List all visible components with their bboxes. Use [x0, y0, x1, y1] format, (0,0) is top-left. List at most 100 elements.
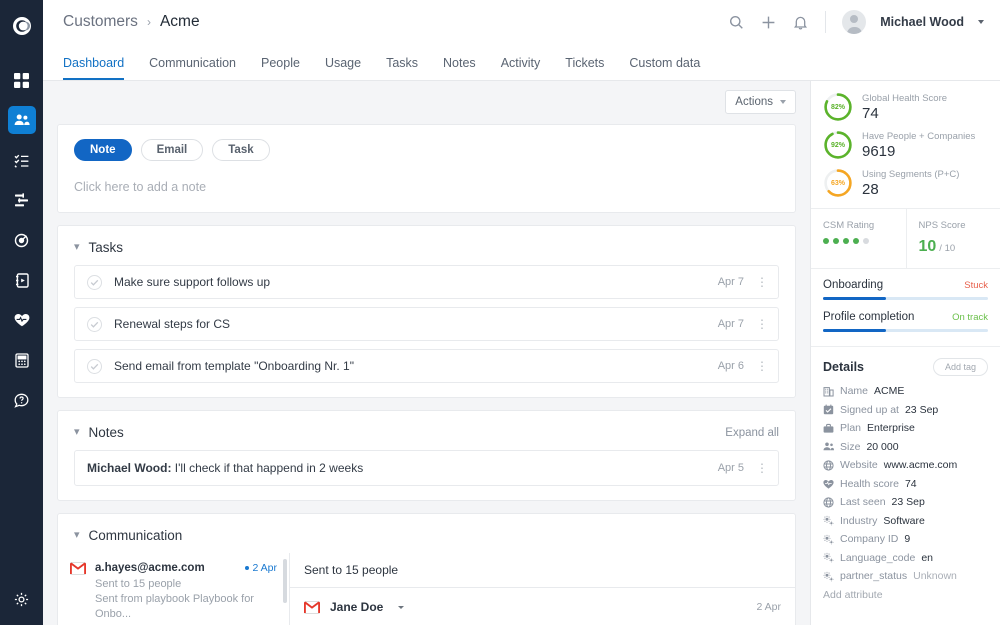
add-tag-button[interactable]: Add tag: [933, 358, 988, 376]
task-checkbox[interactable]: [87, 275, 102, 290]
detail-key: Size: [840, 441, 860, 453]
calculator-icon: [15, 353, 29, 368]
main-column: Customers › Acme Michael Wood: [43, 0, 1000, 625]
note-row[interactable]: Michael Wood: I'll check if that happend…: [74, 450, 779, 486]
actions-button[interactable]: Actions: [725, 90, 796, 114]
sidebar-item-playbooks[interactable]: [8, 266, 36, 294]
sidebar-item-help[interactable]: [8, 386, 36, 414]
details-title: Details: [823, 360, 864, 374]
csm-rating-dot[interactable]: [843, 238, 849, 244]
detail-row[interactable]: NameACME: [823, 385, 988, 397]
chevron-down-icon[interactable]: [978, 20, 984, 24]
more-options-icon[interactable]: ⋮: [756, 462, 768, 474]
more-options-icon[interactable]: ⋮: [756, 276, 768, 288]
communication-item-top: a.hayes@acme.com2 Apr: [95, 562, 277, 574]
detail-row[interactable]: PlanEnterprise: [823, 422, 988, 434]
csm-rating-dot[interactable]: [833, 238, 839, 244]
tab-custom-data[interactable]: Custom data: [629, 57, 700, 81]
metric-ring: 63%: [823, 168, 853, 198]
chevron-down-icon[interactable]: ▾: [74, 242, 80, 253]
sidebar-item-segments[interactable]: [8, 186, 36, 214]
composer-pill-note[interactable]: Note: [74, 139, 132, 161]
communication-body: a.hayes@acme.com2 AprSent to 15 peopleSe…: [58, 553, 795, 625]
detail-row[interactable]: Websitewww.acme.com: [823, 459, 988, 471]
tab-people[interactable]: People: [261, 57, 300, 81]
left-nav-rail: [0, 0, 43, 625]
app-root: Customers › Acme Michael Wood: [0, 0, 1000, 625]
health-metric: 63%Using Segments (P+C)28: [823, 168, 990, 198]
csm-rating-dots[interactable]: [823, 238, 896, 244]
breadcrumb-customers[interactable]: Customers: [63, 13, 138, 31]
task-row[interactable]: Send email from template "Onboarding Nr.…: [74, 349, 779, 383]
detail-row[interactable]: partner_statusUnknown: [823, 570, 988, 582]
communication-message[interactable]: Jane Doe 2 Apr: [290, 588, 795, 625]
topbar: Customers › Acme Michael Wood: [43, 0, 1000, 44]
task-row[interactable]: Renewal steps for CS Apr 7 ⋮: [74, 307, 779, 341]
avatar[interactable]: [842, 10, 866, 34]
progress-top: OnboardingStuck: [823, 279, 988, 291]
composer-pill-task[interactable]: Task: [212, 139, 269, 161]
detail-row[interactable]: Signed up at23 Sep: [823, 404, 988, 416]
detail-row[interactable]: Last seen23 Sep: [823, 496, 988, 508]
sidebar-item-dashboard[interactable]: [8, 66, 36, 94]
chevron-down-icon[interactable]: ▾: [74, 427, 80, 438]
detail-row[interactable]: Health score74: [823, 478, 988, 490]
detail-key: Language_code: [840, 552, 915, 564]
sidebar-item-tasks[interactable]: [8, 146, 36, 174]
detail-row[interactable]: Size20 000: [823, 441, 988, 453]
username-label[interactable]: Michael Wood: [880, 15, 964, 29]
detail-row[interactable]: Company ID9: [823, 533, 988, 545]
sidebar-item-goals[interactable]: [8, 226, 36, 254]
communication-date-text: 2 Apr: [252, 562, 277, 574]
tab-dashboard[interactable]: Dashboard: [63, 57, 124, 81]
task-date: Apr 7: [718, 318, 744, 330]
tab-tasks[interactable]: Tasks: [386, 57, 418, 81]
plus-icon[interactable]: [759, 13, 777, 31]
tab-activity[interactable]: Activity: [501, 57, 541, 81]
composer-pill-email[interactable]: Email: [141, 139, 204, 161]
metric-percent: 82%: [823, 92, 853, 122]
list-scrollbar[interactable]: [283, 559, 287, 603]
task-label: Renewal steps for CS: [114, 317, 230, 331]
chevron-down-icon[interactable]: ▾: [74, 530, 80, 541]
more-options-icon[interactable]: ⋮: [756, 318, 768, 330]
communication-list-item[interactable]: a.hayes@acme.com2 AprSent to 15 peopleSe…: [58, 553, 289, 625]
more-options-icon[interactable]: ⋮: [756, 360, 768, 372]
chevron-down-icon[interactable]: [398, 606, 404, 609]
task-row[interactable]: Make sure support follows upApr 7⋮: [74, 265, 779, 299]
task-checkbox[interactable]: [87, 359, 102, 374]
topbar-actions: Michael Wood: [727, 10, 984, 34]
progress-fill: [823, 329, 886, 332]
csm-rating-dot[interactable]: [863, 238, 869, 244]
details-header: Details Add tag: [823, 358, 988, 376]
tab-tickets[interactable]: Tickets: [565, 57, 604, 81]
tab-notes[interactable]: Notes: [443, 57, 476, 81]
csm-rating-dot[interactable]: [823, 238, 829, 244]
bell-icon[interactable]: [791, 13, 809, 31]
task-checkbox[interactable]: [87, 317, 102, 332]
breadcrumb-separator: ›: [147, 15, 151, 29]
expand-all-button[interactable]: Expand all: [725, 427, 779, 439]
task-date: Apr 6: [718, 360, 744, 372]
sidebar-item-customers[interactable]: [8, 106, 36, 134]
add-attribute-button[interactable]: Add attribute: [823, 589, 988, 601]
checklist-icon: [14, 153, 29, 168]
health-metric: 92%Have People + Companies9619: [823, 130, 990, 160]
tab-usage[interactable]: Usage: [325, 57, 361, 81]
detail-row[interactable]: Language_codeen: [823, 552, 988, 564]
sidebar-item-settings[interactable]: [8, 585, 36, 613]
task-label: Make sure support follows up: [114, 275, 270, 289]
status-badge: Stuck: [964, 280, 988, 291]
globe-icon: [823, 460, 834, 471]
detail-row[interactable]: IndustrySoftware: [823, 515, 988, 527]
detail-key: Health score: [840, 478, 899, 490]
sidebar-item-reports[interactable]: [8, 346, 36, 374]
composer-placeholder[interactable]: Click here to add a note: [74, 180, 779, 194]
calendar-icon: [823, 404, 834, 415]
search-icon[interactable]: [727, 13, 745, 31]
tab-communication[interactable]: Communication: [149, 57, 236, 81]
csm-rating-dot[interactable]: [853, 238, 859, 244]
app-logo-icon[interactable]: [0, 8, 43, 44]
sidebar-item-health[interactable]: [8, 306, 36, 334]
health-metric: 82%Global Health Score74: [823, 92, 990, 122]
